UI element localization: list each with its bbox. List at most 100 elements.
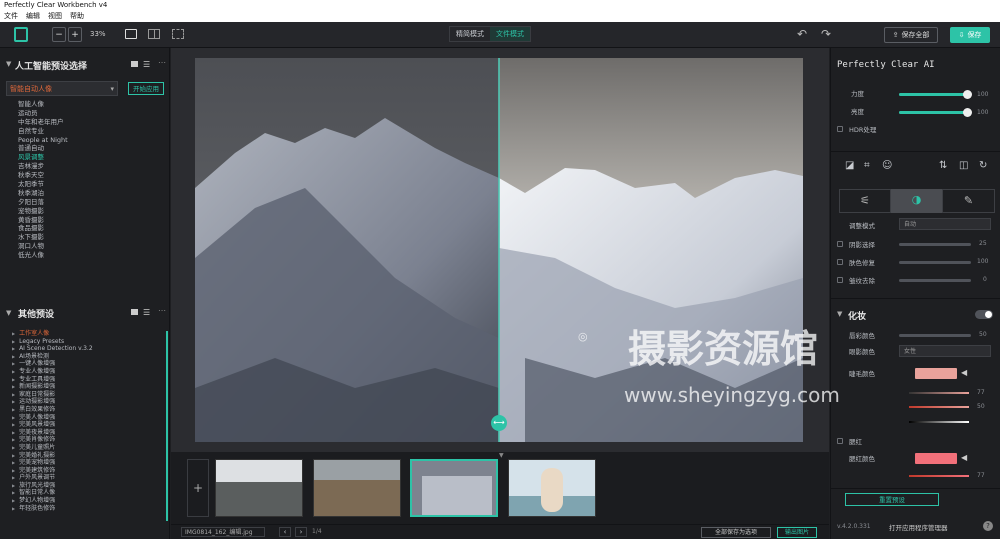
preset-item[interactable]: 专业人像增强 xyxy=(12,368,162,376)
menu-help[interactable]: 帮助 xyxy=(70,11,84,21)
brightness-slider[interactable] xyxy=(909,421,969,423)
preset-item[interactable]: 梦幻人物增强 xyxy=(12,497,162,505)
redo-icon[interactable]: ↷ xyxy=(821,27,831,41)
ai-preset-item[interactable]: 运动员 xyxy=(18,109,158,118)
export-button[interactable]: 输出图片 xyxy=(777,527,817,538)
wrinkle-slider[interactable] xyxy=(899,279,971,282)
compare-handle-icon[interactable]: ⟷ xyxy=(491,415,507,431)
hdr-checkbox[interactable] xyxy=(837,126,843,132)
thumbnail-1[interactable] xyxy=(215,459,303,517)
tab-edit-icon[interactable]: ✎ xyxy=(942,189,995,213)
tab-ai-icon[interactable]: ◑ xyxy=(891,189,942,213)
save-button[interactable]: ⇩ 保存 xyxy=(950,27,990,43)
preset-item[interactable]: 完美风景增强 xyxy=(12,421,162,429)
preset-item[interactable]: AI Scene Detection v.3.2 xyxy=(12,345,162,353)
strength-slider[interactable] xyxy=(899,90,972,99)
lip-slider[interactable] xyxy=(899,334,971,337)
shadow-slider[interactable] xyxy=(899,243,971,246)
thumbnail-3-selected[interactable] xyxy=(410,459,498,517)
menu-file[interactable]: 文件 xyxy=(4,11,18,21)
histogram-icon[interactable]: ◪ xyxy=(845,160,854,171)
blush-slider[interactable] xyxy=(909,475,969,477)
preset-item[interactable]: 完美人像增强 xyxy=(12,414,162,422)
save-all-button[interactable]: ⇪ 保存全部 xyxy=(884,27,938,43)
ai-preset-item[interactable]: 水下摄影 xyxy=(18,233,158,242)
preset-item[interactable]: 新闻摄影增强 xyxy=(12,383,162,391)
ai-preset-item[interactable]: 洞口人物 xyxy=(18,242,158,251)
blush-checkbox[interactable] xyxy=(837,438,843,444)
more-icon[interactable]: ⋯ xyxy=(158,58,166,67)
undo-icon[interactable]: ↶ xyxy=(797,27,807,41)
ai-preset-item[interactable]: 吉林漫步 xyxy=(18,162,158,171)
gender-select[interactable]: 女性 xyxy=(899,345,991,357)
shadow-checkbox[interactable] xyxy=(837,241,843,247)
lip-color-swatch[interactable] xyxy=(915,368,957,379)
skin-slider[interactable] xyxy=(899,261,971,264)
preset-item[interactable]: 年轻肤色修饰 xyxy=(12,505,162,513)
makeup-toggle[interactable] xyxy=(975,310,993,319)
split-view-icon[interactable] xyxy=(148,29,160,39)
list-view-icon[interactable]: ☰ xyxy=(143,60,150,69)
ai-preset-item[interactable]: 秋季天空 xyxy=(18,171,158,180)
hue-slider[interactable] xyxy=(909,392,969,394)
ai-preset-item[interactable]: 普通自动 xyxy=(18,144,158,153)
rotate-icon[interactable]: ↻ xyxy=(979,160,987,171)
menu-view[interactable]: 视图 xyxy=(48,11,62,21)
blush-color-swatch[interactable] xyxy=(915,453,957,464)
preset-item[interactable]: 黑白效果修饰 xyxy=(12,406,162,414)
prev-icon[interactable]: ‹ xyxy=(279,527,291,537)
skin-checkbox[interactable] xyxy=(837,259,843,265)
wrinkle-checkbox[interactable] xyxy=(837,277,843,283)
help-icon[interactable]: ? xyxy=(983,521,993,531)
next-icon[interactable]: › xyxy=(295,527,307,537)
chevron-down-icon[interactable]: ▼ xyxy=(6,60,11,68)
ai-preset-item[interactable]: 中年和老年用户 xyxy=(18,118,158,127)
grid-view-icon[interactable] xyxy=(131,309,138,315)
reset-preset-button[interactable]: 重置预设 xyxy=(845,493,939,506)
mode-file[interactable]: 文件模式 xyxy=(490,27,530,41)
ai-preset-item[interactable]: 风景调整 xyxy=(18,153,158,162)
grid-view-icon[interactable] xyxy=(131,61,138,67)
preset-item[interactable]: Legacy Presets xyxy=(12,338,162,346)
chevron-down-icon[interactable]: ▼ xyxy=(6,309,11,317)
saturation-slider[interactable] xyxy=(909,406,969,408)
flip-icon[interactable]: ⇅ xyxy=(939,160,947,171)
preset-select[interactable]: 智能自动人像 ▾ xyxy=(6,81,118,96)
mode-simple[interactable]: 精简模式 xyxy=(450,27,490,41)
color-picker-icon[interactable]: ◀ xyxy=(961,453,967,462)
adjust-mode-select[interactable]: 自动 xyxy=(899,218,991,230)
compare-icon[interactable]: ◫ xyxy=(959,160,968,171)
more-icon[interactable]: ⋯ xyxy=(158,306,166,315)
light-slider[interactable] xyxy=(899,108,972,117)
ai-preset-item[interactable]: 太阳季节 xyxy=(18,180,158,189)
app-manager-link[interactable]: 打开应用程序管理器 xyxy=(889,522,948,532)
ai-preset-item[interactable]: 自然专业 xyxy=(18,127,158,136)
save-current-button[interactable]: 全部保存为选项 xyxy=(701,527,771,538)
scrollbar[interactable] xyxy=(166,331,168,521)
thumbnail-4[interactable] xyxy=(508,459,596,517)
apply-button[interactable]: 开始应用 xyxy=(128,82,164,95)
list-view-icon[interactable]: ☰ xyxy=(143,308,150,317)
menu-edit[interactable]: 编辑 xyxy=(26,11,40,21)
chevron-down-icon[interactable]: ▼ xyxy=(837,310,842,318)
thumbnail-2[interactable] xyxy=(313,459,401,517)
ai-preset-item[interactable]: 低光人像 xyxy=(18,251,158,260)
preset-item[interactable]: 工作室人像 xyxy=(12,330,162,338)
zoom-in-button[interactable]: + xyxy=(68,27,82,42)
preset-item[interactable]: 运动摄影增强 xyxy=(12,398,162,406)
preset-item[interactable]: 一键人像增强 xyxy=(12,360,162,368)
ai-preset-item[interactable]: 智能人像 xyxy=(18,100,158,109)
compare-view-icon[interactable] xyxy=(172,29,184,39)
preset-item[interactable]: 完美宠物增强 xyxy=(12,459,162,467)
file-select[interactable]: IMG0814_162_编辑.jpg xyxy=(181,527,265,537)
crop-icon[interactable]: ⌗ xyxy=(864,160,870,171)
zoom-out-button[interactable]: − xyxy=(52,27,66,42)
ai-preset-item[interactable]: 宠物摄影 xyxy=(18,207,158,216)
single-view-icon[interactable] xyxy=(125,29,137,39)
preset-item[interactable]: 完美肖像修饰 xyxy=(12,436,162,444)
ai-preset-item[interactable]: 秋季湖泊 xyxy=(18,189,158,198)
compare-divider[interactable] xyxy=(498,58,500,442)
add-image-icon[interactable]: + xyxy=(187,459,209,517)
ai-preset-item[interactable]: 夕阳日落 xyxy=(18,198,158,207)
preset-item[interactable]: 智能日常人像 xyxy=(12,489,162,497)
